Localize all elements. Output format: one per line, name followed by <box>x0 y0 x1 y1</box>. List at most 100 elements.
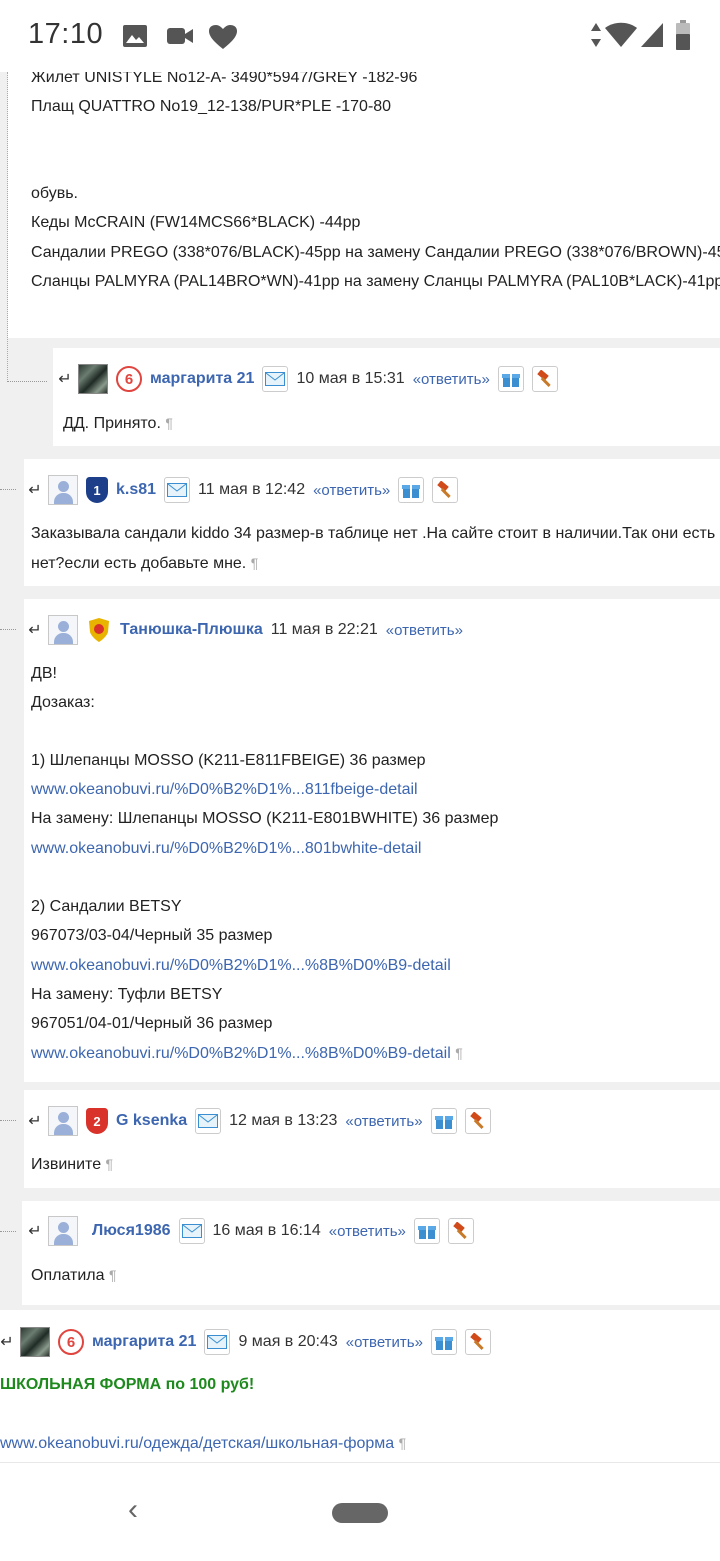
comment-date: 10 мая в 15:31 <box>296 370 405 387</box>
top-line-6: Сланцы PALMYRA (PAL14BRO*WN)-41рр на зам… <box>31 273 720 290</box>
product-link[interactable]: www.okeanobuvi.ru/%D0%B2%D1%...801bwhite… <box>31 839 421 859</box>
product-link[interactable]: www.okeanobuvi.ru/%D0%B2%D1%...811fbeige… <box>31 780 418 800</box>
comment-meta-5: ↵ Люся1986 16 мая в 16:14 «ответить» <box>28 1216 482 1246</box>
heart-icon <box>209 25 237 49</box>
avatar[interactable] <box>20 1327 50 1357</box>
comment-body: Извините ¶ <box>31 1156 114 1173</box>
thread-connector <box>7 381 47 383</box>
thread-connector <box>0 1231 16 1233</box>
username[interactable]: G ksenka <box>116 1112 187 1130</box>
username[interactable]: маргарита 21 <box>92 1333 196 1351</box>
comment-body-line: 1) Шлепанцы MOSSO (K211-E811FBEIGE) 36 р… <box>31 752 426 769</box>
gift-icon[interactable] <box>430 1108 457 1134</box>
comment-body-line: www.okeanobuvi.ru/одежда/детская/школьна… <box>0 1435 407 1452</box>
reply-arrow-icon[interactable]: ↵ <box>28 1221 42 1241</box>
comment-card-4 <box>24 1090 720 1188</box>
mail-icon[interactable] <box>262 366 289 392</box>
thread-connector <box>0 1120 16 1122</box>
reply-arrow-icon[interactable]: ↵ <box>28 1111 42 1131</box>
comment-meta-3: ↵ Танюшка-Плюшка 11 мая в 22:21 «ответит… <box>28 615 471 645</box>
comment-meta-4: ↵ 2 G ksenka 12 мая в 13:23 «ответить» <box>28 1106 499 1136</box>
comments-thread: Жилет UNISTYLE No12-A- 3490*5947/GREY -1… <box>0 72 720 1462</box>
avatar[interactable] <box>48 1106 78 1136</box>
reply-link[interactable]: «ответить» <box>313 482 390 499</box>
comment-body-line: На замену: Шлепанцы MOSSO (K211-E801BWHI… <box>31 810 499 827</box>
gallery-icon <box>123 25 147 47</box>
comment-meta-6: ↵ 6 маргарита 21 9 мая в 20:43 «ответить… <box>0 1327 499 1357</box>
category-link[interactable]: www.okeanobuvi.ru/одежда/детская/школьна… <box>0 1435 394 1452</box>
product-link[interactable]: www.okeanobuvi.ru/%D0%B2%D1%...%8B%D0%B9… <box>31 956 451 976</box>
wifi-icon <box>605 22 637 47</box>
announcement-text: ШКОЛЬНАЯ ФОРМА по 100 руб! <box>0 1376 255 1393</box>
reply-link[interactable]: «ответить» <box>329 1223 406 1240</box>
mail-icon[interactable] <box>164 477 191 503</box>
comment-body-line: www.okeanobuvi.ru/%D0%B2%D1%...%8B%D0%B9… <box>31 1045 463 1062</box>
hammer-icon[interactable] <box>464 1329 491 1355</box>
comment-body-line: 2) Сандалии BETSY <box>31 898 182 915</box>
avatar[interactable] <box>48 475 78 505</box>
rank-six-icon: 6 <box>58 1329 84 1355</box>
comment-meta-2: ↵ 1 k.s81 11 мая в 12:42 «ответить» <box>28 475 466 505</box>
username[interactable]: Люся1986 <box>92 1222 171 1240</box>
reply-arrow-icon[interactable]: ↵ <box>28 620 42 640</box>
hammer-icon[interactable] <box>464 1108 491 1134</box>
comment-body-line: Заказывала сандали kiddo 34 размер-в таб… <box>31 525 720 542</box>
username[interactable]: маргарита 21 <box>150 370 254 388</box>
hammer-icon[interactable] <box>531 366 558 392</box>
home-pill-button[interactable] <box>332 1503 388 1523</box>
comment-date: 11 мая в 12:42 <box>198 481 306 498</box>
thread-connector <box>0 489 16 491</box>
comment-body-line: Дозаказ: <box>31 694 95 711</box>
comment-body: Оплатила ¶ <box>31 1267 117 1284</box>
battery-icon <box>676 20 690 50</box>
hammer-icon[interactable] <box>432 477 459 503</box>
comment-body: ДД. Принято. ¶ <box>63 415 173 432</box>
crest-icon <box>86 617 112 643</box>
comment-date: 11 мая в 22:21 <box>270 621 378 638</box>
top-line-3: обувь. <box>31 185 78 202</box>
rank-shield-icon: 2 <box>86 1108 108 1134</box>
comment-body-line: нет?если есть добавьте мне. ¶ <box>31 555 259 572</box>
gift-icon[interactable] <box>430 1329 457 1355</box>
avatar[interactable] <box>48 1216 78 1246</box>
reply-link[interactable]: «ответить» <box>345 1113 422 1130</box>
navigation-bar: ‹ <box>0 1462 720 1561</box>
back-chevron-icon[interactable]: ‹ <box>128 1493 138 1527</box>
reply-link[interactable]: «ответить» <box>346 1334 423 1351</box>
reply-arrow-icon[interactable]: ↵ <box>28 480 42 500</box>
hammer-icon[interactable] <box>447 1218 474 1244</box>
comment-body-line: 967051/04-01/Черный 36 размер <box>31 1015 273 1032</box>
gift-icon[interactable] <box>497 366 524 392</box>
signal-icon <box>641 23 663 47</box>
reply-link[interactable]: «ответить» <box>386 622 463 639</box>
avatar[interactable] <box>78 364 108 394</box>
top-line-2: Плащ QUATTRO No19_12-138/PUR*PLE -170-80 <box>31 98 392 115</box>
status-bar: 17:10 <box>0 0 720 72</box>
mail-icon[interactable] <box>195 1108 222 1134</box>
reply-arrow-icon[interactable]: ↵ <box>0 1332 14 1352</box>
top-line-4: Кеды McCRAIN (FW14MCS66*BLACK) -44рр <box>31 214 361 231</box>
product-link[interactable]: www.okeanobuvi.ru/%D0%B2%D1%...%8B%D0%B9… <box>31 1045 451 1062</box>
reply-link[interactable]: «ответить» <box>413 371 490 388</box>
video-icon <box>167 28 193 44</box>
username[interactable]: Танюшка-Плюшка <box>120 621 263 639</box>
mail-icon[interactable] <box>204 1329 231 1355</box>
top-line-5: Сандалии PREGO (338*076/BLACK)-45рр на з… <box>31 244 720 261</box>
comment-date: 12 мая в 13:23 <box>229 1112 338 1129</box>
thread-connector <box>0 629 16 631</box>
comment-body-line: 967073/03-04/Черный 35 размер <box>31 927 273 944</box>
thread-line <box>7 72 9 382</box>
comment-date: 16 мая в 16:14 <box>212 1222 321 1239</box>
username[interactable]: k.s81 <box>116 481 156 499</box>
comment-meta-1: ↵ 6 маргарита 21 10 мая в 15:31 «ответит… <box>58 364 566 394</box>
gift-icon[interactable] <box>398 477 425 503</box>
data-transfer-icon <box>591 23 601 47</box>
avatar[interactable] <box>48 615 78 645</box>
comment-body-line: На замену: Туфли BETSY <box>31 986 223 1003</box>
rank-shield-icon: 1 <box>86 477 108 503</box>
comment-body-line: ДВ! <box>31 665 57 682</box>
mail-icon[interactable] <box>178 1218 205 1244</box>
top-line-1: Жилет UNISTYLE No12-A- 3490*5947/GREY -1… <box>31 72 418 86</box>
gift-icon[interactable] <box>413 1218 440 1244</box>
reply-arrow-icon[interactable]: ↵ <box>58 369 72 389</box>
